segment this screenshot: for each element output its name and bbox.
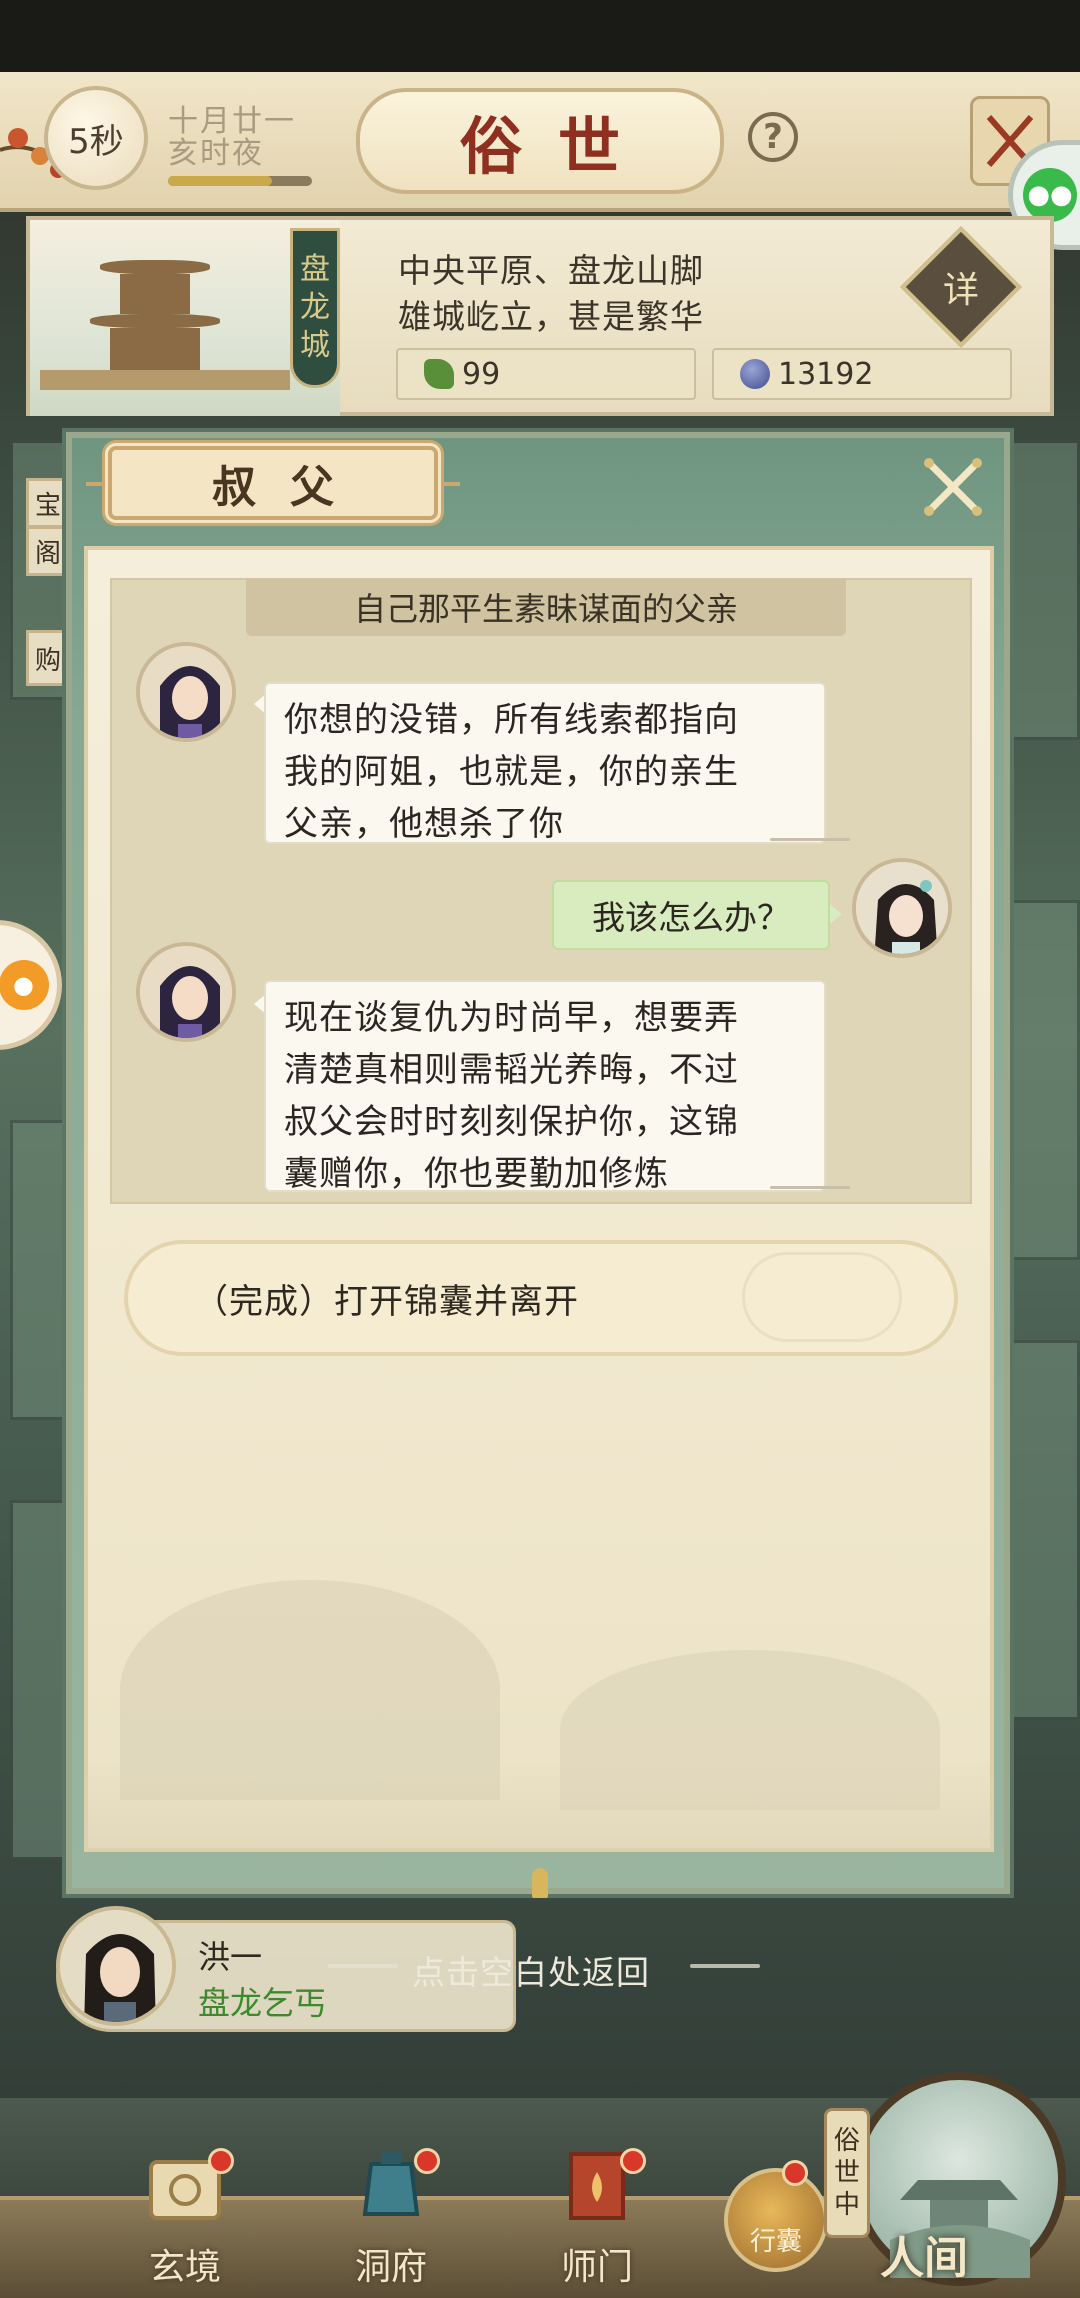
message-line: 我的阿姐，也就是，你的亲生 bbox=[284, 752, 739, 792]
uncle-avatar bbox=[136, 942, 236, 1042]
city-name-char: 盘 bbox=[300, 252, 330, 287]
world-tag-char: 世 bbox=[833, 2158, 860, 2188]
side-tab-buy[interactable]: 购 bbox=[26, 630, 70, 686]
jade-resource: 99 bbox=[396, 348, 696, 400]
help-icon: ? bbox=[763, 117, 783, 157]
timer-badge[interactable]: 5秒 bbox=[44, 86, 148, 190]
location-description: 中央平原、盘龙山脚 bbox=[398, 251, 704, 290]
chat-topic: 自己那平生素昧谋面的父亲 bbox=[246, 578, 846, 636]
map-building bbox=[1010, 900, 1080, 1260]
hint-ornament bbox=[328, 1964, 398, 1968]
side-tab-label: 宝 bbox=[34, 490, 61, 521]
message-line: 叔父会时时刻刻保护你，这锦 bbox=[284, 1102, 739, 1142]
map-building bbox=[1010, 1340, 1080, 1720]
npc-title: 盘龙乞丐 bbox=[198, 1984, 327, 2022]
nav-label: 洞府 bbox=[354, 2247, 427, 2288]
bag-label: 行囊 bbox=[749, 2227, 802, 2257]
message-bubble-uncle: 你想的没错，所有线索都指向 我的阿姐，也就是，你的亲生 父亲，他想杀了你 bbox=[264, 682, 826, 844]
nav-item-dongfu[interactable]: 洞府 bbox=[316, 2140, 466, 2290]
cloud-ornament bbox=[770, 838, 850, 841]
bag-button[interactable]: 行囊 bbox=[724, 2168, 828, 2272]
map-building bbox=[10, 1500, 70, 1860]
npc-avatar bbox=[56, 1906, 176, 2026]
detail-label: 详 bbox=[942, 270, 979, 311]
jade-icon bbox=[424, 359, 454, 389]
message-line: 现在谈复仇为时尚早，想要弄 bbox=[284, 998, 739, 1038]
dialog-title: 叔父 bbox=[212, 462, 368, 513]
world-tag-char: 俗 bbox=[833, 2126, 860, 2156]
nav-item-xuanjing[interactable]: 玄境 bbox=[110, 2140, 260, 2290]
message-line: 父亲，他想杀了你 bbox=[284, 804, 564, 844]
map-building bbox=[10, 1120, 70, 1420]
help-button[interactable]: ? bbox=[748, 112, 798, 162]
hint-ornament bbox=[690, 1964, 760, 1968]
notification-badge bbox=[782, 2160, 808, 2186]
time-of-day-text: 亥时夜 bbox=[168, 136, 264, 171]
message-line: 你想的没错，所有线索都指向 bbox=[284, 700, 739, 740]
coin-icon bbox=[740, 359, 770, 389]
timer-text: 5秒 bbox=[68, 121, 124, 162]
dialog-title-plate: 叔父 bbox=[108, 446, 438, 520]
wechat-icon: ●● bbox=[1023, 168, 1077, 222]
gamepad-icon: ● bbox=[0, 960, 49, 1010]
location-description: 雄城屹立，甚是繁华 bbox=[398, 297, 704, 336]
world-status-tag: 俗 世 中 bbox=[824, 2108, 870, 2238]
cloud-ornament bbox=[742, 1252, 902, 1342]
message-line: 囊赠你，你也要勤加修炼 bbox=[284, 1154, 669, 1194]
npc-name: 洪一 bbox=[198, 1938, 263, 1976]
dialog-pin-ornament bbox=[532, 1868, 548, 1898]
notification-badge bbox=[414, 2148, 440, 2174]
notification-badge bbox=[208, 2148, 234, 2174]
bubble-tail bbox=[830, 904, 842, 924]
nav-item-shimen[interactable]: 师门 bbox=[522, 2140, 672, 2290]
world-label: 人间 bbox=[880, 2233, 968, 2284]
message-bubble-uncle: 现在谈复仇为时尚早，想要弄 清楚真相则需韬光养晦，不过 叔父会时时刻刻保护你，这… bbox=[264, 980, 826, 1194]
message-line: 清楚真相则需韬光养晦，不过 bbox=[284, 1050, 739, 1090]
side-tab-label: 购 bbox=[34, 645, 61, 676]
city-name-char: 城 bbox=[300, 328, 330, 363]
page-title: 俗世 bbox=[459, 110, 656, 183]
city-name-char: 龙 bbox=[300, 290, 330, 325]
coin-resource: 13192 bbox=[712, 348, 1012, 400]
title-ornament bbox=[436, 482, 460, 486]
message-line: 我该怎么办？ bbox=[592, 898, 790, 937]
close-icon bbox=[924, 458, 982, 516]
system-status-bar bbox=[0, 0, 1080, 72]
nav-label: 玄境 bbox=[148, 2247, 221, 2288]
city-name-banner: 盘 龙 城 bbox=[290, 228, 340, 388]
day-progress-fill bbox=[168, 176, 272, 186]
notification-badge bbox=[620, 2148, 646, 2174]
map-building bbox=[1010, 440, 1080, 740]
side-tab-treasure[interactable]: 宝 bbox=[26, 478, 70, 528]
side-tab-label: 阁 bbox=[34, 538, 61, 569]
uncle-avatar bbox=[136, 642, 236, 742]
jade-count: 99 bbox=[462, 356, 501, 392]
world-tag-char: 中 bbox=[833, 2190, 860, 2220]
return-hint: 点击空白处返回 bbox=[412, 1953, 650, 1992]
nav-label: 师门 bbox=[560, 2247, 633, 2288]
close-button[interactable] bbox=[918, 452, 988, 522]
player-avatar bbox=[852, 858, 952, 958]
side-tab-pavilion[interactable]: 阁 bbox=[26, 526, 70, 576]
choice-label: （完成）打开锦囊并离开 bbox=[194, 1281, 579, 1322]
coin-count: 13192 bbox=[778, 356, 874, 392]
title-plaque: 俗世 bbox=[356, 88, 724, 194]
message-bubble-player: 我该怎么办？ bbox=[552, 880, 830, 950]
mist-decoration bbox=[84, 1760, 994, 1850]
title-ornament bbox=[86, 482, 110, 486]
cloud-ornament bbox=[770, 1186, 850, 1189]
